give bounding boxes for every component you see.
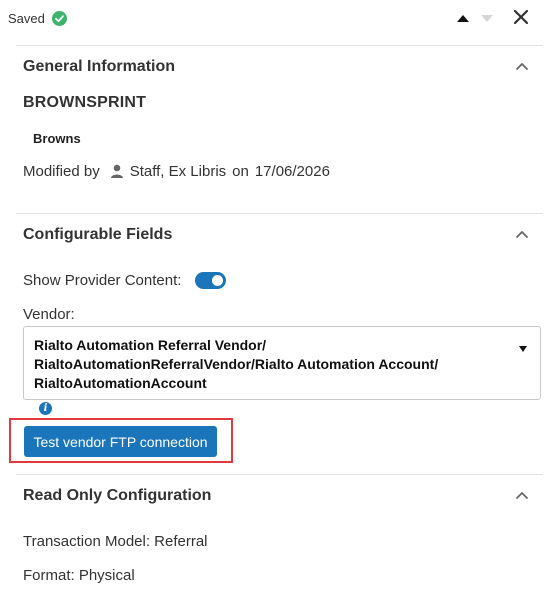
- user-icon: [110, 164, 124, 179]
- toggle-knob: [212, 275, 223, 286]
- section-title-readonly: Read Only Configuration: [23, 487, 212, 504]
- saved-status: Saved: [8, 11, 45, 26]
- chevron-up-icon[interactable]: [515, 58, 529, 70]
- modified-date: 17/06/2026: [254, 163, 330, 180]
- chevron-up-icon[interactable]: [515, 487, 529, 499]
- divider: [16, 474, 543, 475]
- dropdown-arrow-icon: [518, 340, 528, 352]
- modified-by-user: Staff, Ex Libris: [129, 163, 227, 180]
- on-label: on: [232, 163, 249, 180]
- info-icon[interactable]: i: [39, 402, 52, 415]
- transaction-model-text: Transaction Model: Referral: [23, 533, 208, 550]
- show-provider-content-label: Show Provider Content:: [23, 272, 182, 289]
- show-provider-content-toggle[interactable]: [195, 272, 226, 289]
- format-text: Format: Physical: [23, 567, 135, 584]
- modified-by-line: Modified by Staff, Ex Libris on 17/06/20…: [23, 163, 330, 180]
- close-icon[interactable]: [512, 8, 530, 26]
- divider: [16, 45, 543, 46]
- section-title-configurable: Configurable Fields: [23, 226, 173, 243]
- chevron-up-icon[interactable]: [515, 226, 529, 238]
- caret-up-icon[interactable]: [456, 11, 470, 23]
- modified-by-label: Modified by: [23, 163, 100, 180]
- top-bar: Saved: [0, 0, 555, 40]
- vendor-label: Vendor:: [23, 306, 75, 323]
- check-circle-icon: [52, 11, 67, 26]
- test-vendor-ftp-connection-button[interactable]: Test vendor FTP connection: [24, 426, 217, 457]
- caret-down-icon: [480, 11, 494, 23]
- record-name: BROWNSPRINT: [23, 94, 147, 111]
- section-title-general: General Information: [23, 58, 176, 75]
- divider: [16, 213, 543, 214]
- record-subtitle: Browns: [33, 131, 81, 146]
- vendor-select[interactable]: Rialto Automation Referral Vendor/ Rialt…: [23, 326, 541, 400]
- vendor-selected-value: Rialto Automation Referral Vendor/ Rialt…: [34, 337, 439, 391]
